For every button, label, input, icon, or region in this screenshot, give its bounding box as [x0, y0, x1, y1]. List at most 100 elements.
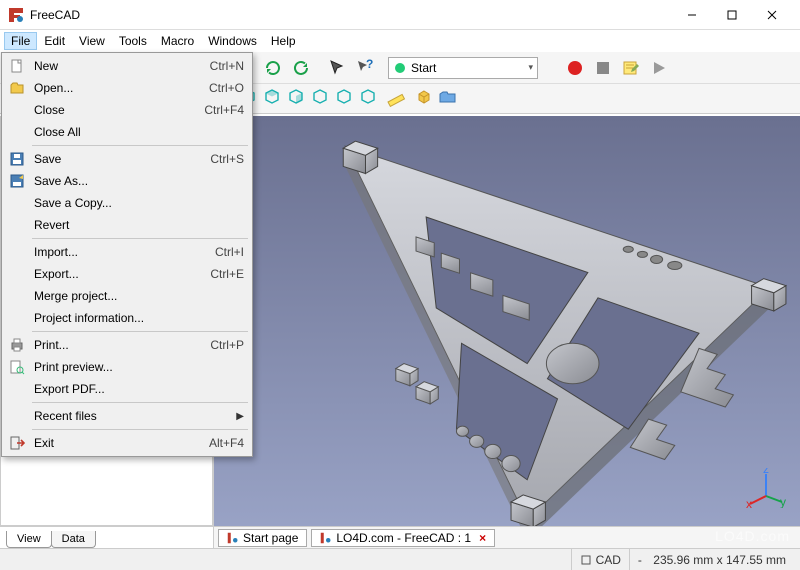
svg-text:x: x [746, 497, 752, 508]
doc-tab-start[interactable]: Start page [218, 529, 307, 547]
file-menu-item-project-information[interactable]: Project information... [4, 307, 250, 329]
doc-new-icon [6, 58, 28, 74]
exit-icon [6, 435, 28, 451]
group-button[interactable] [438, 87, 458, 110]
doc-tab-close-icon[interactable]: × [479, 531, 486, 545]
axis-indicator: z y x [746, 468, 786, 508]
menu-item-label: New [28, 59, 200, 73]
menu-item-label: Export PDF... [28, 382, 234, 396]
menu-view[interactable]: View [72, 32, 112, 50]
measure-button[interactable] [386, 87, 406, 110]
menu-item-label: Merge project... [28, 289, 234, 303]
file-menu-item-close[interactable]: CloseCtrl+F4 [4, 99, 250, 121]
submenu-arrow-icon: ▶ [236, 411, 244, 422]
menu-item-label: Close All [28, 125, 234, 139]
model-render [224, 126, 790, 530]
titlebar: FreeCAD [0, 0, 800, 30]
menu-item-label: Save As... [28, 174, 234, 188]
chevron-down-icon: ▾ [528, 62, 533, 73]
doc-save-icon [6, 151, 28, 167]
macro-edit-button[interactable] [618, 55, 644, 81]
doc-tab-label: LO4D.com - FreeCAD : 1 [336, 531, 471, 545]
file-menu-item-revert[interactable]: Revert [4, 214, 250, 236]
menu-item-shortcut: Ctrl+I [205, 245, 244, 259]
minimize-button[interactable] [672, 1, 712, 29]
menu-item-label: Save a Copy... [28, 196, 234, 210]
macro-stop-button[interactable] [590, 55, 616, 81]
doc-print-icon [6, 337, 28, 353]
app-icon [8, 7, 24, 23]
macro-play-button[interactable] [646, 55, 672, 81]
view-right-button[interactable] [286, 87, 306, 110]
menu-item-label: Save [28, 152, 200, 166]
menu-item-shortcut: Ctrl+S [200, 152, 244, 166]
tab-view[interactable]: View [6, 531, 52, 548]
document-tabs: Start page LO4D.com - FreeCAD : 1 × [214, 526, 800, 548]
view-left-button[interactable] [358, 87, 378, 110]
menu-item-shortcut: Ctrl+P [200, 338, 244, 352]
menu-item-shortcut: Ctrl+N [200, 59, 244, 73]
menu-edit[interactable]: Edit [37, 32, 72, 50]
menu-item-label: Import... [28, 245, 205, 259]
file-menu-item-open[interactable]: Open...Ctrl+O [4, 77, 250, 99]
status-mode[interactable]: CAD [571, 549, 629, 570]
file-menu-item-import[interactable]: Import...Ctrl+I [4, 241, 250, 263]
file-menu-item-save-as[interactable]: Save As... [4, 170, 250, 192]
macro-record-button[interactable] [562, 55, 588, 81]
view-rear-button[interactable] [310, 87, 330, 110]
refresh-alt-button[interactable] [288, 55, 314, 81]
watermark: LO4D.com [715, 528, 790, 544]
doc-open-icon [6, 80, 28, 96]
menu-item-label: Project information... [28, 311, 234, 325]
statusbar: CAD - 235.96 mm x 147.55 mm [0, 548, 800, 570]
file-menu-item-export-pdf[interactable]: Export PDF... [4, 378, 250, 400]
file-menu-item-export[interactable]: Export...Ctrl+E [4, 263, 250, 285]
svg-text:z: z [763, 468, 769, 476]
maximize-button[interactable] [712, 1, 752, 29]
menu-item-shortcut: Ctrl+E [200, 267, 244, 281]
doc-saveas-icon [6, 173, 28, 189]
menu-item-label: Print... [28, 338, 200, 352]
window-title: FreeCAD [30, 8, 672, 22]
file-menu-item-print[interactable]: Print...Ctrl+P [4, 334, 250, 356]
file-menu-item-close-all[interactable]: Close All [4, 121, 250, 143]
file-menu-item-new[interactable]: NewCtrl+N [4, 55, 250, 77]
menu-item-label: Print preview... [28, 360, 234, 374]
menu-item-label: Export... [28, 267, 200, 281]
doc-preview-icon [6, 359, 28, 375]
part-button[interactable] [414, 87, 434, 110]
menu-item-label: Exit [28, 436, 199, 450]
view-bottom-button[interactable] [334, 87, 354, 110]
status-dimensions: - 235.96 mm x 147.55 mm [629, 549, 794, 570]
menu-windows[interactable]: Windows [201, 32, 264, 50]
whatsthis-button[interactable]: ? [352, 55, 378, 81]
menu-file[interactable]: File [4, 32, 37, 50]
menu-item-label: Open... [28, 81, 199, 95]
menu-item-shortcut: Alt+F4 [199, 436, 244, 450]
file-menu-item-recent-files[interactable]: Recent files▶ [4, 405, 250, 427]
workbench-combo[interactable]: Start ▾ [388, 57, 538, 79]
file-menu-item-print-preview[interactable]: Print preview... [4, 356, 250, 378]
menu-tools[interactable]: Tools [112, 32, 154, 50]
svg-text:y: y [780, 495, 786, 508]
menu-help[interactable]: Help [264, 32, 303, 50]
view-top-button[interactable] [262, 87, 282, 110]
workbench-combo-label: Start [411, 61, 436, 75]
menu-macro[interactable]: Macro [154, 32, 201, 50]
refresh-button[interactable] [260, 55, 286, 81]
close-button[interactable] [752, 1, 792, 29]
menu-item-shortcut: Ctrl+F4 [194, 103, 244, 117]
viewport-3d[interactable]: z y x Start page LO4D.com - FreeCAD : 1 … [214, 116, 800, 548]
side-panel-tabs: View Data [0, 526, 213, 548]
cursor-button[interactable] [324, 55, 350, 81]
menu-item-label: Recent files [28, 409, 236, 423]
file-menu-item-merge-project[interactable]: Merge project... [4, 285, 250, 307]
tab-data[interactable]: Data [51, 531, 96, 548]
menu-item-label: Close [28, 103, 194, 117]
doc-tab-model[interactable]: LO4D.com - FreeCAD : 1 × [311, 529, 495, 547]
file-menu-item-save-a-copy[interactable]: Save a Copy... [4, 192, 250, 214]
file-menu-item-save[interactable]: SaveCtrl+S [4, 148, 250, 170]
file-menu-item-exit[interactable]: ExitAlt+F4 [4, 432, 250, 454]
svg-text:?: ? [366, 59, 373, 71]
menu-item-label: Revert [28, 218, 234, 232]
